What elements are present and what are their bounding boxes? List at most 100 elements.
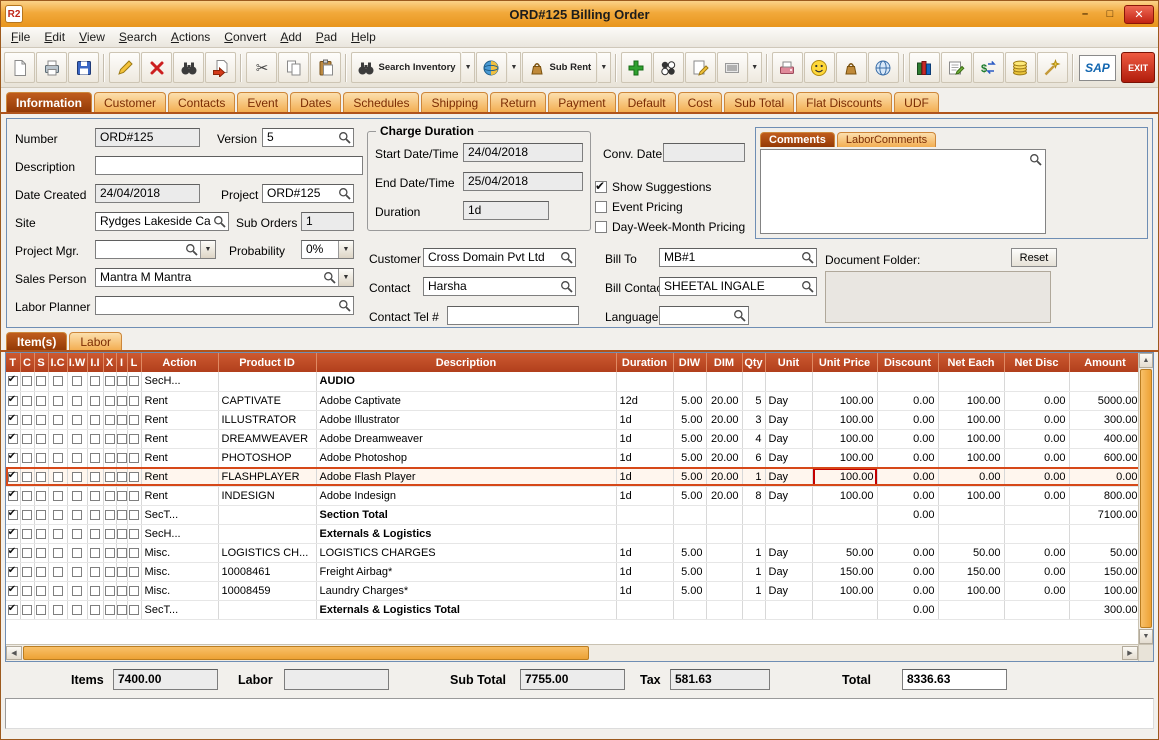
row-flag-checkbox[interactable]	[129, 434, 139, 444]
row-flag-checkbox[interactable]	[36, 434, 46, 444]
row-flag-checkbox[interactable]	[53, 415, 63, 425]
row-flag-checkbox[interactable]	[72, 567, 82, 577]
menu-add[interactable]: Add	[273, 28, 308, 46]
row-flag-checkbox[interactable]	[53, 434, 63, 444]
edit-note-button[interactable]	[685, 52, 716, 83]
row-flag-checkbox[interactable]	[53, 586, 63, 596]
table-row[interactable]: RentCAPTIVATEAdobe Captivate12d5.0020.00…	[6, 391, 1138, 410]
tab-return[interactable]: Return	[490, 92, 546, 112]
column-header-i-c[interactable]: I.C	[48, 353, 67, 372]
column-header-amount[interactable]: Amount	[1069, 353, 1138, 372]
comments-textarea[interactable]	[760, 149, 1046, 234]
books-button[interactable]	[909, 52, 940, 83]
row-flag-checkbox[interactable]	[117, 472, 127, 482]
tab-laborcomments[interactable]: LaborComments	[837, 132, 936, 147]
horizontal-scroll-thumb[interactable]	[23, 646, 589, 660]
row-flag-checkbox[interactable]	[8, 548, 18, 558]
row-flag-checkbox[interactable]	[8, 376, 18, 386]
row-flag-checkbox[interactable]	[105, 396, 115, 406]
row-flag-checkbox[interactable]	[36, 605, 46, 615]
menu-search[interactable]: Search	[112, 28, 164, 46]
row-flag-checkbox[interactable]	[129, 529, 139, 539]
row-flag-checkbox[interactable]	[36, 415, 46, 425]
row-flag-checkbox[interactable]	[90, 567, 100, 577]
column-header-unit[interactable]: Unit	[765, 353, 812, 372]
close-icon[interactable]	[1124, 5, 1154, 24]
menu-file[interactable]: File	[4, 28, 37, 46]
duration-field[interactable]: 1d	[463, 201, 549, 220]
bill-contact-field[interactable]: SHEETAL INGALE	[659, 277, 817, 296]
dropdown-arrow-icon[interactable]	[749, 52, 762, 83]
table-row[interactable]: SecH...AUDIO	[6, 372, 1138, 391]
customer-field[interactable]: Cross Domain Pvt Ltd	[423, 248, 576, 267]
menu-view[interactable]: View	[72, 28, 112, 46]
column-header-description[interactable]: Description	[316, 353, 616, 372]
tab-comments[interactable]: Comments	[760, 132, 835, 147]
search-icon[interactable]	[560, 251, 573, 264]
tax-field[interactable]: 581.63	[670, 669, 770, 690]
tab-schedules[interactable]: Schedules	[343, 92, 419, 112]
row-flag-checkbox[interactable]	[22, 529, 32, 539]
vertical-scrollbar[interactable]	[1138, 353, 1153, 644]
row-flag-checkbox[interactable]	[117, 586, 127, 596]
view-options-button[interactable]	[653, 52, 684, 83]
tab-contacts[interactable]: Contacts	[168, 92, 235, 112]
row-flag-checkbox[interactable]	[105, 605, 115, 615]
row-flag-checkbox[interactable]	[8, 605, 18, 615]
row-flag-checkbox[interactable]	[90, 396, 100, 406]
row-flag-checkbox[interactable]	[22, 510, 32, 520]
row-flag-checkbox[interactable]	[8, 453, 18, 463]
row-flag-checkbox[interactable]	[129, 567, 139, 577]
column-header-s[interactable]: S	[34, 353, 48, 372]
labor-total-field[interactable]	[284, 669, 389, 690]
row-flag-checkbox[interactable]	[72, 376, 82, 386]
column-header-unit-price[interactable]: Unit Price	[812, 353, 877, 372]
tab-sub-total[interactable]: Sub Total	[724, 92, 794, 112]
tab-information[interactable]: Information	[6, 92, 92, 112]
row-flag-checkbox[interactable]	[53, 472, 63, 482]
minimize-icon[interactable]	[1074, 6, 1096, 23]
new-document-button[interactable]	[4, 52, 35, 83]
row-flag-checkbox[interactable]	[105, 415, 115, 425]
column-header-i-i[interactable]: I.I	[87, 353, 103, 372]
menu-edit[interactable]: Edit	[37, 28, 72, 46]
row-flag-checkbox[interactable]	[53, 548, 63, 558]
column-header-t[interactable]: T	[6, 353, 20, 372]
search-icon[interactable]	[338, 299, 351, 312]
row-flag-checkbox[interactable]	[8, 396, 18, 406]
row-flag-checkbox[interactable]	[72, 415, 82, 425]
row-flag-checkbox[interactable]	[129, 415, 139, 425]
row-flag-checkbox[interactable]	[105, 529, 115, 539]
table-row[interactable]: RentDREAMWEAVERAdobe Dreamweaver1d5.0020…	[6, 429, 1138, 448]
row-flag-checkbox[interactable]	[90, 472, 100, 482]
column-header-l[interactable]: L	[127, 353, 141, 372]
row-flag-checkbox[interactable]	[36, 472, 46, 482]
dropdown-arrow-icon[interactable]	[598, 52, 611, 83]
save-button[interactable]	[68, 52, 99, 83]
row-flag-checkbox[interactable]	[72, 586, 82, 596]
write-note-button[interactable]	[941, 52, 972, 83]
checkbox-icon[interactable]	[595, 181, 607, 193]
reset-button[interactable]: Reset	[1011, 248, 1057, 267]
checkbox-day-week-month-pricing[interactable]: Day-Week-Month Pricing	[595, 217, 745, 237]
row-flag-checkbox[interactable]	[129, 491, 139, 501]
table-row[interactable]: Misc.10008459Laundry Charges*1d5.001Day1…	[6, 581, 1138, 600]
start-datetime-field[interactable]: 24/04/2018	[463, 143, 583, 162]
table-row[interactable]: Misc.LOGISTICS CH...LOGISTICS CHARGES1d5…	[6, 543, 1138, 562]
column-header-i-w[interactable]: I.W	[67, 353, 87, 372]
row-flag-checkbox[interactable]	[36, 491, 46, 501]
column-header-diw[interactable]: DIW	[673, 353, 706, 372]
site-field[interactable]: Rydges Lakeside Ca	[95, 212, 229, 231]
row-flag-checkbox[interactable]	[22, 605, 32, 615]
row-flag-checkbox[interactable]	[22, 548, 32, 558]
tab-shipping[interactable]: Shipping	[421, 92, 488, 112]
tab-customer[interactable]: Customer	[94, 92, 166, 112]
scroll-left-icon[interactable]	[6, 646, 22, 660]
row-flag-checkbox[interactable]	[105, 453, 115, 463]
table-row[interactable]: Misc.10008461Freight Airbag*1d5.001Day15…	[6, 562, 1138, 581]
print-button[interactable]	[36, 52, 67, 83]
row-flag-checkbox[interactable]	[90, 453, 100, 463]
row-flag-checkbox[interactable]	[8, 415, 18, 425]
row-flag-checkbox[interactable]	[90, 434, 100, 444]
row-flag-checkbox[interactable]	[8, 434, 18, 444]
